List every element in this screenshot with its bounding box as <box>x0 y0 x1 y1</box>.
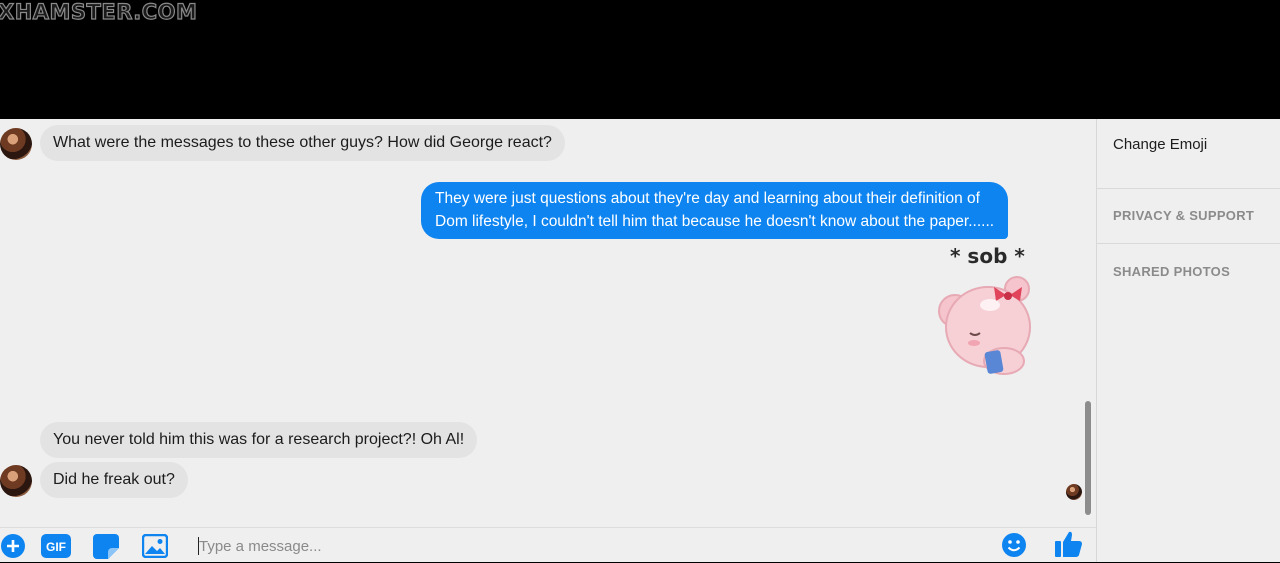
message-input[interactable] <box>199 534 979 558</box>
plus-icon[interactable] <box>1 534 25 558</box>
sidebar-divider <box>1097 188 1280 189</box>
change-emoji-option[interactable]: Change Emoji <box>1113 136 1207 153</box>
shared-photos-section[interactable]: SHARED PHOTOS <box>1113 264 1230 279</box>
message-composer: GIF <box>0 527 1096 563</box>
message-incoming: You never told him this was for a resear… <box>40 422 478 458</box>
watermark-text: XHAMSTER.COM <box>0 0 198 25</box>
thumbs-up-icon[interactable] <box>1054 529 1084 559</box>
message-outgoing: They were just questions about they're d… <box>421 182 1009 239</box>
conversation-panel: What were the messages to these other gu… <box>0 119 1096 562</box>
privacy-support-section[interactable]: PRIVACY & SUPPORT <box>1113 208 1254 223</box>
chat-scrollbar[interactable] <box>1085 401 1091 515</box>
video-top-bar: XHAMSTER.COM <box>0 0 1280 119</box>
messenger-window: What were the messages to these other gu… <box>0 119 1280 562</box>
contact-avatar[interactable] <box>0 128 32 160</box>
read-receipt-avatar <box>1066 484 1082 500</box>
conversation-details-sidebar: Change Emoji PRIVACY & SUPPORT SHARED PH… <box>1096 119 1280 562</box>
gif-icon-label: GIF <box>46 540 66 554</box>
crying-bear-sticker[interactable] <box>930 269 1045 381</box>
message-incoming: Did he freak out? <box>40 462 188 498</box>
message-incoming: What were the messages to these other gu… <box>40 125 565 161</box>
sidebar-divider <box>1097 243 1280 244</box>
gif-icon[interactable]: GIF <box>41 534 71 558</box>
emoji-icon[interactable] <box>1001 532 1027 558</box>
sticker-caption: * sob * <box>950 244 1025 268</box>
sticker-icon[interactable] <box>93 534 119 559</box>
contact-avatar[interactable] <box>0 465 32 497</box>
image-icon[interactable] <box>142 534 168 558</box>
